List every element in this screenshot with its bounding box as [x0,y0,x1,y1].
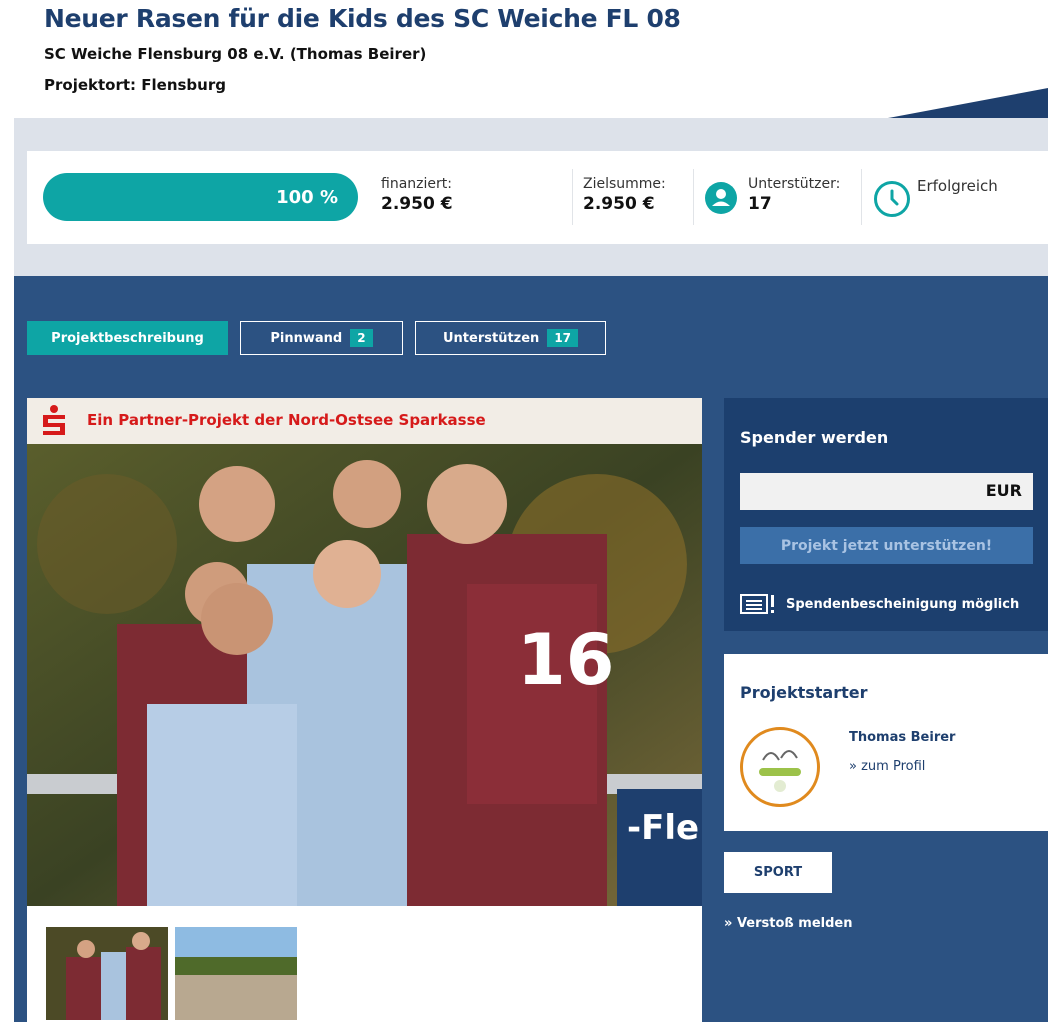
partner-banner: Ein Partner-Projekt der Nord-Ostsee Spar… [27,398,702,444]
report-link-label: Verstoß melden [736,916,853,931]
divider [693,169,694,225]
supporters-stat: Unterstützer: 17 [748,176,840,214]
project-location: Projektort: Flensburg [44,76,226,94]
funding-stats: 100 % finanziert: 2.950 € Zielsumme: 2.9… [27,151,1048,244]
divider [572,169,573,225]
double-chevron-right-icon: » [724,916,733,931]
tab-count-badge: 2 [350,329,373,347]
partner-text: Ein Partner-Projekt der Nord-Ostsee Spar… [87,411,486,429]
project-main-photo[interactable]: -Fle 16 [27,444,702,906]
category-label: SPORT [753,865,803,880]
project-starter-panel: Projektstarter Thomas Beirer » zum Profi… [724,654,1048,831]
receipt-icon [740,594,774,614]
donate-heading: Spender werden [740,428,889,447]
support-project-button[interactable]: Projekt jetzt unterstützen! [740,527,1033,564]
tab-pinnwand[interactable]: Pinnwand 2 [240,321,403,355]
tab-label: Unterstützen [442,330,540,346]
svg-text:-Fle: -Fle [627,808,699,848]
divider [861,169,862,225]
starter-name[interactable]: Thomas Beirer [849,730,955,745]
target-label: Zielsumme: [583,176,666,192]
svg-text:16: 16 [517,619,614,701]
receipt-text: Spendenbescheinigung möglich [786,596,1020,612]
tab-unterstuetzen[interactable]: Unterstützen 17 [415,321,606,355]
target-stat: Zielsumme: 2.950 € [583,176,666,214]
funding-progress-bar: 100 % [43,173,358,221]
tab-label: Pinnwand [270,330,343,346]
gallery-thumbnail[interactable] [46,927,168,1020]
donation-amount-input[interactable]: EUR [740,473,1033,510]
donation-receipt-note: Spendenbescheinigung möglich [740,593,1019,615]
support-button-label: Projekt jetzt unterstützen! [780,537,993,554]
funded-value: 2.950 € [381,194,453,214]
target-value: 2.950 € [583,194,655,214]
profile-link-label: zum Profil [861,759,926,774]
status-text: Erfolgreich [917,177,998,195]
supporters-value: 17 [748,194,772,214]
funded-stat: finanziert: 2.950 € [381,176,453,214]
avatar[interactable] [740,727,820,807]
header-decoration [888,88,1048,118]
profile-link[interactable]: » zum Profil [849,759,925,774]
gallery-thumbnail[interactable] [175,927,297,1020]
tab-label: Projektbeschreibung [51,330,204,346]
project-header: Neuer Rasen für die Kids des SC Weiche F… [0,0,1048,118]
thumbnail-strip [27,906,702,1022]
page-title: Neuer Rasen für die Kids des SC Weiche F… [44,4,681,33]
supporter-icon [705,182,737,214]
sparkasse-logo-icon [43,405,65,435]
tab-count-badge: 17 [547,329,579,347]
currency-label: EUR [985,481,1022,500]
category-tag[interactable]: SPORT [724,852,832,893]
progress-percent: 100 % [276,187,338,208]
supporters-label: Unterstützer: [748,176,841,192]
tab-projektbeschreibung[interactable]: Projektbeschreibung [27,321,228,355]
funded-label: finanziert: [381,176,452,192]
organizer-name: SC Weiche Flensburg 08 e.V. (Thomas Beir… [44,45,427,63]
starter-heading: Projektstarter [740,683,868,702]
donate-panel: Spender werden EUR Projekt jetzt unterst… [724,398,1048,631]
report-link[interactable]: » Verstoß melden [724,916,852,931]
double-chevron-right-icon: » [849,759,857,774]
status-stat: Erfolgreich [917,177,998,195]
clock-icon [874,181,910,217]
